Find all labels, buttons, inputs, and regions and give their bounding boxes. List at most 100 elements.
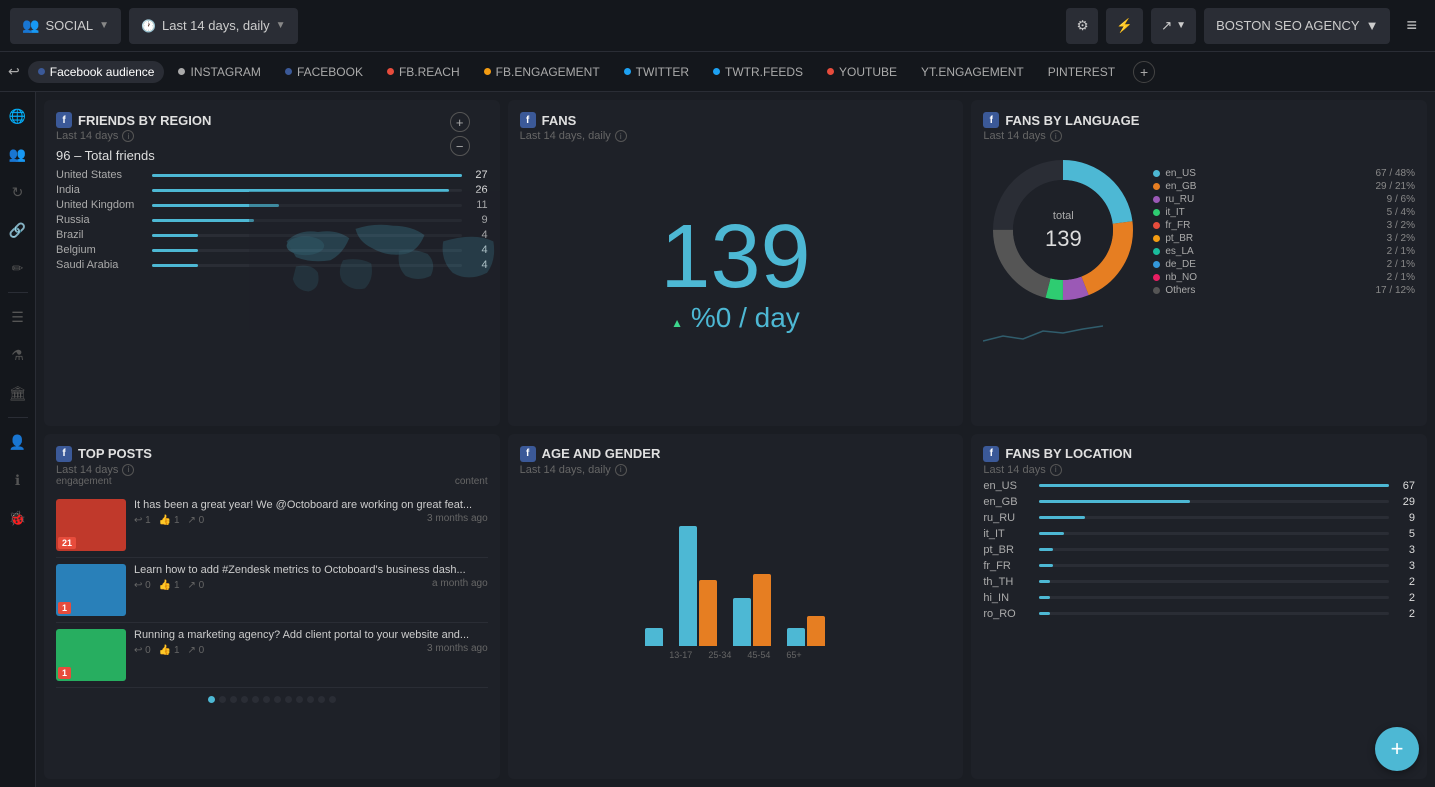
tab-facebook-audience[interactable]: Facebook audience xyxy=(28,61,165,83)
sidebar-icon-user[interactable]: 👤 xyxy=(2,426,34,458)
friends-region-info-icon[interactable]: i xyxy=(122,130,134,142)
sidebar: 🌐 👥 ↻ 🔗 ✏ ☰ ⚗ 🏛 👤 ℹ 🐞 xyxy=(0,92,36,787)
tab-fb-engagement[interactable]: FB.ENGAGEMENT xyxy=(474,61,610,83)
tab-facebook[interactable]: FACEBOOK xyxy=(275,61,373,83)
fb-icon-fans: f xyxy=(520,112,536,128)
post-dot[interactable] xyxy=(263,696,270,703)
sidebar-icon-flask[interactable]: ⚗ xyxy=(2,339,34,371)
tab-yt-engagement[interactable]: YT.ENGAGEMENT xyxy=(911,61,1034,83)
lang-name: de_DE xyxy=(1165,259,1205,270)
tab-twtr-feeds[interactable]: TWTR.FEEDS xyxy=(703,61,813,83)
location-bar-wrap xyxy=(1039,580,1389,583)
post-dot[interactable] xyxy=(219,696,226,703)
post-dot[interactable] xyxy=(296,696,303,703)
post-shares: ↗ 0 xyxy=(188,645,205,656)
top-posts-info-icon[interactable]: i xyxy=(122,464,134,476)
fans-location-info-icon[interactable]: i xyxy=(1050,464,1062,476)
location-name: it_IT xyxy=(983,528,1033,540)
menu-btn[interactable]: ≡ xyxy=(1398,11,1425,40)
sidebar-icon-edit[interactable]: ✏ xyxy=(2,252,34,284)
back-arrow-icon[interactable]: ↩ xyxy=(8,63,20,80)
fans-language-info-icon[interactable]: i xyxy=(1050,130,1062,142)
post-dot[interactable] xyxy=(230,696,237,703)
settings-icon-btn[interactable]: ⚙ xyxy=(1066,8,1098,44)
settings-icon: ⚙ xyxy=(1076,18,1088,34)
sidebar-icon-bug[interactable]: 🐞 xyxy=(2,502,34,534)
location-bar xyxy=(1039,580,1049,583)
location-row: th_TH 2 xyxy=(983,576,1415,588)
post-stats: ↩ 0 👍 1 ↗ 0 xyxy=(134,645,204,656)
share-btn[interactable]: ↗ ▼ xyxy=(1151,8,1196,44)
tab-instagram[interactable]: INSTAGRAM xyxy=(168,61,270,83)
location-bar xyxy=(1039,564,1053,567)
location-value: 2 xyxy=(1395,608,1415,620)
post-dot[interactable] xyxy=(318,696,325,703)
tab-dot-fb-engagement xyxy=(484,68,491,75)
post-thumbnail: 1 xyxy=(56,564,126,616)
sidebar-icon-list[interactable]: ☰ xyxy=(2,301,34,333)
social-dropdown[interactable]: 👥 SOCIAL ▼ xyxy=(10,8,121,44)
fab-add-btn[interactable]: + xyxy=(1375,727,1419,771)
post-dot[interactable] xyxy=(285,696,292,703)
fb-icon-fans-location: f xyxy=(983,446,999,462)
post-replies: ↩ 1 xyxy=(134,515,151,526)
lang-name: en_GB xyxy=(1165,181,1205,192)
age-gender-info-icon[interactable]: i xyxy=(615,464,627,476)
post-dot[interactable] xyxy=(329,696,336,703)
lightning-icon-btn[interactable]: ⚡ xyxy=(1106,8,1143,44)
lang-dot xyxy=(1153,183,1160,190)
age-legend: 13-17 25-34 45-54 65+ xyxy=(520,650,952,660)
tab-dot-youtube xyxy=(827,68,834,75)
location-name: en_GB xyxy=(983,496,1033,508)
social-label: SOCIAL xyxy=(45,18,93,33)
post-stats: ↩ 0 👍 1 ↗ 0 xyxy=(134,580,204,591)
fans-info-icon[interactable]: i xyxy=(615,130,627,142)
post-stats: ↩ 1 👍 1 ↗ 0 xyxy=(134,515,204,526)
region-bar xyxy=(152,249,198,252)
tab-label-youtube: YOUTUBE xyxy=(839,65,897,79)
location-bar-wrap xyxy=(1039,596,1389,599)
sidebar-icon-globe[interactable]: 🌐 xyxy=(2,100,34,132)
post-text: Learn how to add #Zendesk metrics to Oct… xyxy=(134,564,488,576)
location-name: fr_FR xyxy=(983,560,1033,572)
sidebar-divider-1 xyxy=(8,292,28,293)
post-text: Running a marketing agency? Add client p… xyxy=(134,629,488,641)
post-shares: ↗ 0 xyxy=(188,580,205,591)
sidebar-icon-building[interactable]: 🏛 xyxy=(2,377,34,409)
post-dot[interactable] xyxy=(241,696,248,703)
post-row: 21 It has been a great year! We @Octoboa… xyxy=(56,493,488,558)
fans-day: ▲ %0 / day xyxy=(671,302,800,334)
sidebar-icon-refresh[interactable]: ↻ xyxy=(2,176,34,208)
fb-icon-fans-lang: f xyxy=(983,112,999,128)
location-name: hi_IN xyxy=(983,592,1033,604)
location-bar-wrap xyxy=(1039,500,1389,503)
card-age-gender: f AGE AND GENDER Last 14 days, daily i 1… xyxy=(508,434,964,780)
lang-values: 2 / 1% xyxy=(1387,246,1415,257)
date-arrow-icon: ▼ xyxy=(276,20,286,31)
tab-label-twitter: TWITTER xyxy=(636,65,689,79)
add-tab-btn[interactable]: + xyxy=(1133,61,1155,83)
post-dot[interactable] xyxy=(307,696,314,703)
post-dot[interactable] xyxy=(274,696,281,703)
clock-icon: 🕐 xyxy=(141,19,156,33)
location-row: ru_RU 9 xyxy=(983,512,1415,524)
add-region-btn[interactable]: + xyxy=(450,112,470,132)
sidebar-icon-link[interactable]: 🔗 xyxy=(2,214,34,246)
lang-values: 17 / 12% xyxy=(1376,285,1415,296)
fans-title: f FANS xyxy=(520,112,952,128)
tab-twitter[interactable]: TWITTER xyxy=(614,61,699,83)
tab-pinterest[interactable]: PINTEREST xyxy=(1038,61,1125,83)
card-fans-by-language: f FANS BY LANGUAGE Last 14 days i xyxy=(971,100,1427,426)
age-label-4554: 45-54 xyxy=(747,650,770,660)
tab-dot-instagram xyxy=(178,68,185,75)
sidebar-icon-info[interactable]: ℹ xyxy=(2,464,34,496)
post-row: 1 Running a marketing agency? Add client… xyxy=(56,623,488,688)
post-dot[interactable] xyxy=(252,696,259,703)
tab-youtube[interactable]: YOUTUBE xyxy=(817,61,907,83)
date-dropdown[interactable]: 🕐 Last 14 days, daily ▼ xyxy=(129,8,298,44)
sidebar-icon-users[interactable]: 👥 xyxy=(2,138,34,170)
tab-label-facebook: FACEBOOK xyxy=(297,65,363,79)
post-dot[interactable] xyxy=(208,696,215,703)
tab-fb-reach[interactable]: FB.REACH xyxy=(377,61,470,83)
agency-dropdown[interactable]: BOSTON SEO AGENCY ▼ xyxy=(1204,8,1390,44)
